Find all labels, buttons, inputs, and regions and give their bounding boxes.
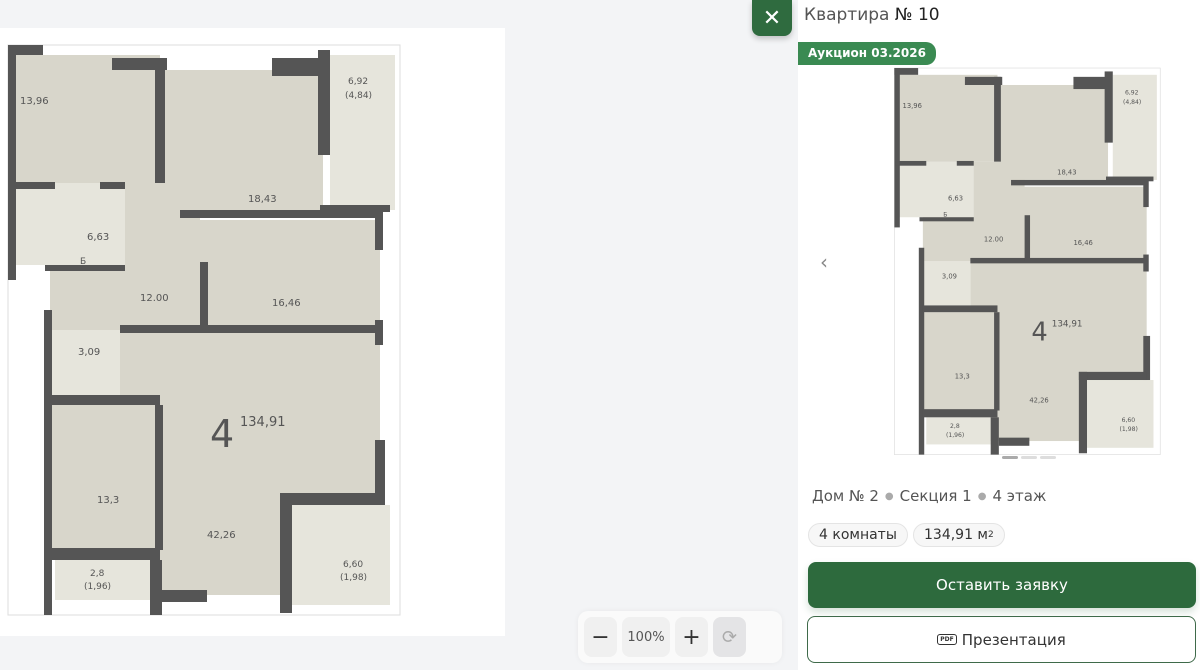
close-icon: ✕: [762, 5, 782, 31]
floor-plan-large[interactable]: 13,96 18,43 6,92 (4,84) 6,63 12.00 16,46…: [0, 0, 505, 636]
svg-text:12.00: 12.00: [140, 293, 169, 304]
close-button[interactable]: ✕: [752, 0, 792, 36]
zoom-level: 100%: [622, 617, 670, 657]
room-bath: [10, 183, 125, 265]
svg-text:3,09: 3,09: [78, 347, 100, 358]
room-small: [55, 560, 150, 600]
svg-text:4: 4: [210, 412, 234, 456]
svg-text:(1,96): (1,96): [84, 582, 111, 592]
presentation-button[interactable]: PDF Презентация: [807, 616, 1196, 663]
apply-button[interactable]: Оставить заявку: [808, 562, 1196, 608]
reset-zoom-button[interactable]: ⟳: [713, 617, 746, 657]
room-balcony-2: [290, 505, 390, 605]
rooms-chip: 4 комнаты: [808, 523, 908, 547]
room-r3: [190, 220, 380, 330]
svg-text:Б: Б: [80, 257, 86, 267]
room-wc: [50, 330, 120, 395]
refresh-icon: ⟳: [721, 626, 738, 648]
room-kitchen: [50, 405, 160, 550]
svg-text:134,91: 134,91: [240, 415, 286, 430]
status-badge: Аукцион 03.2026: [798, 42, 936, 65]
svg-text:42,26: 42,26: [207, 530, 236, 541]
floor-plan-preview[interactable]: [888, 66, 1168, 458]
svg-text:13,96: 13,96: [20, 96, 49, 107]
pdf-icon: PDF: [937, 634, 957, 645]
zoom-in-button[interactable]: +: [675, 617, 708, 657]
svg-text:2,8: 2,8: [90, 569, 105, 579]
carousel-dots: [1002, 456, 1056, 459]
chevron-left-icon[interactable]: ‹: [820, 250, 828, 274]
area-chip: 134,91 м2: [913, 523, 1005, 547]
svg-text:(1,98): (1,98): [340, 573, 367, 583]
svg-text:16,46: 16,46: [272, 298, 301, 309]
svg-text:6,92: 6,92: [348, 77, 368, 87]
svg-text:13,3: 13,3: [97, 495, 119, 506]
svg-text:6,63: 6,63: [87, 232, 109, 243]
svg-text:6,60: 6,60: [343, 560, 363, 570]
svg-text:(4,84): (4,84): [345, 91, 372, 101]
svg-text:18,43: 18,43: [248, 194, 277, 205]
zoom-controls: − 100% + ⟳: [578, 611, 782, 663]
apartment-location: Дом № 2 ● Секция 1 ● 4 этаж: [812, 487, 1047, 505]
apartment-title: Квартира № 10: [804, 5, 940, 25]
room-r1: [10, 55, 160, 183]
zoom-out-button[interactable]: −: [584, 617, 617, 657]
